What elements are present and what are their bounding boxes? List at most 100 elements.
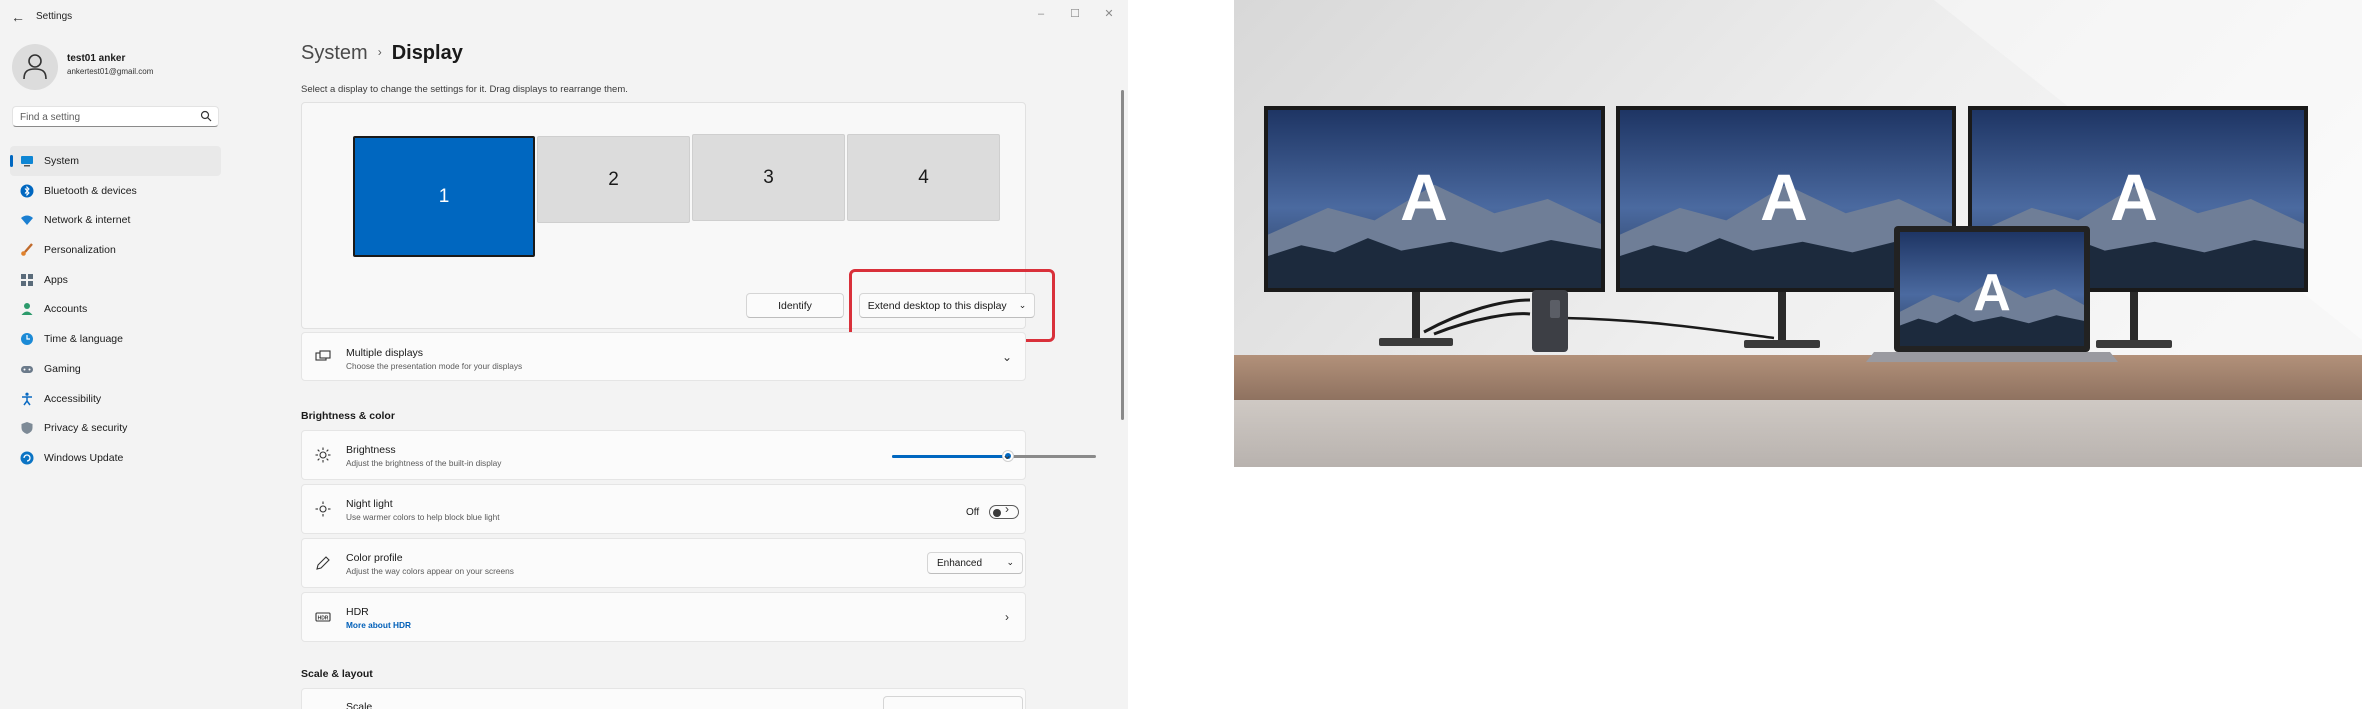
night-light-card[interactable]: Night light Use warmer colors to help bl… xyxy=(301,484,1026,534)
slider-fill xyxy=(892,455,1009,458)
breadcrumb: System › Display xyxy=(301,42,463,65)
screen-letter: A xyxy=(1400,160,1448,234)
multiple-displays-icon xyxy=(315,349,331,361)
page-title: Display xyxy=(391,42,463,64)
app-title: Settings xyxy=(36,11,73,22)
brightness-slider[interactable] xyxy=(892,450,1096,462)
sidebar-item-network[interactable]: Network & internet xyxy=(10,205,221,235)
apps-icon xyxy=(21,273,33,286)
globe-clock-icon xyxy=(21,333,33,346)
person-avatar-icon xyxy=(23,54,47,80)
sidebar-item-time-language[interactable]: Time & language xyxy=(10,324,221,354)
sidebar-item-label: Gaming xyxy=(44,362,81,375)
hdr-card[interactable]: HDR HDR More about HDR › xyxy=(301,592,1026,642)
desk-top xyxy=(1234,355,2362,400)
sidebar-item-label: System xyxy=(44,155,80,167)
breadcrumb-parent[interactable]: System xyxy=(301,42,368,64)
color-profile-dropdown[interactable]: Enhanced ⌄ xyxy=(927,552,1023,574)
screen-letter: A xyxy=(1760,160,1808,234)
sidebar-item-label: Windows Update xyxy=(44,451,124,464)
sidebar-item-accessibility[interactable]: Accessibility xyxy=(10,384,221,414)
card-title: Multiple displays xyxy=(346,347,424,359)
sidebar-item-bluetooth[interactable]: Bluetooth & devices xyxy=(10,176,221,206)
screen-letter: A xyxy=(1973,264,2011,322)
sidebar-item-privacy[interactable]: Privacy & security xyxy=(10,413,221,443)
desk-front xyxy=(1234,400,2362,467)
toggle-state-label: Off xyxy=(966,507,980,518)
sidebar-item-system[interactable]: System xyxy=(10,146,221,176)
card-title: Night light xyxy=(346,498,393,510)
accessibility-icon xyxy=(22,392,32,405)
monitor-icon xyxy=(21,156,33,167)
sidebar-nav: System Bluetooth & devices Network & int… xyxy=(10,146,221,473)
sidebar-item-apps[interactable]: Apps xyxy=(10,265,221,295)
product-photo: A A A A xyxy=(1234,0,2362,467)
section-heading-scale: Scale & layout xyxy=(301,668,373,680)
sidebar-item-windows-update[interactable]: Windows Update xyxy=(10,443,221,473)
chevron-right-icon[interactable]: › xyxy=(1001,610,1013,624)
search-icon[interactable] xyxy=(200,110,212,122)
card-title: Color profile xyxy=(346,552,403,564)
card-title: Brightness xyxy=(346,444,396,456)
back-arrow-icon[interactable]: ← xyxy=(11,10,27,26)
sidebar-item-label: Personalization xyxy=(44,244,116,257)
more-about-hdr-link[interactable]: More about HDR xyxy=(346,620,411,630)
chevron-down-icon: ⌄ xyxy=(1006,557,1014,567)
display-1[interactable]: 1 xyxy=(353,136,535,257)
brightness-card: Brightness Adjust the brightness of the … xyxy=(301,430,1096,480)
sidebar-item-label: Accessibility xyxy=(44,392,102,405)
pen-icon xyxy=(316,556,330,570)
chevron-right-icon: › xyxy=(377,45,382,59)
sidebar-item-label: Privacy & security xyxy=(44,422,128,435)
laptop: A xyxy=(1866,226,2118,362)
update-icon xyxy=(20,451,34,465)
sidebar-item-label: Time & language xyxy=(44,333,123,346)
chevron-down-icon[interactable]: ⌄ xyxy=(1001,350,1013,364)
scale-card: Scale xyxy=(301,688,1026,709)
display-3[interactable]: 3 xyxy=(692,134,845,221)
sidebar-item-label: Accounts xyxy=(44,303,88,316)
person-icon xyxy=(21,303,33,316)
dropdown-value: Enhanced xyxy=(937,558,983,569)
card-description: Adjust the way colors appear on your scr… xyxy=(346,566,514,576)
sidebar-item-accounts[interactable]: Accounts xyxy=(10,294,221,324)
screen-letter: A xyxy=(2110,160,2158,234)
hdr-icon: HDR xyxy=(315,612,331,622)
display-4[interactable]: 4 xyxy=(847,134,1000,221)
sidebar: test01 anker ankertest01@gmail.com Syste… xyxy=(0,34,226,709)
sidebar-item-label: Network & internet xyxy=(44,214,131,227)
sidebar-item-personalization[interactable]: Personalization xyxy=(10,235,221,265)
wifi-icon xyxy=(21,215,33,226)
search-input[interactable] xyxy=(20,109,190,125)
sun-icon xyxy=(315,501,331,517)
settings-window: ← Settings – ☐ ✕ test01 anker ankertest0… xyxy=(0,0,1128,709)
card-description: Use warmer colors to help block blue lig… xyxy=(346,512,500,522)
sun-icon xyxy=(315,447,331,463)
section-heading-brightness: Brightness & color xyxy=(301,410,395,422)
scale-dropdown[interactable] xyxy=(883,696,1023,709)
card-description: Choose the presentation mode for your di… xyxy=(346,361,523,371)
scrollbar[interactable] xyxy=(1121,90,1124,420)
user-email: ankertest01@gmail.com xyxy=(67,67,154,76)
multiple-displays-card[interactable]: Multiple displays Choose the presentatio… xyxy=(301,332,1026,381)
color-profile-card: Color profile Adjust the way colors appe… xyxy=(301,538,1026,588)
sidebar-item-gaming[interactable]: Gaming xyxy=(10,354,221,384)
card-title: Scale xyxy=(346,701,373,709)
sidebar-item-label: Apps xyxy=(44,273,68,286)
display-2[interactable]: 2 xyxy=(537,136,690,223)
shield-icon xyxy=(21,422,33,435)
bluetooth-icon xyxy=(20,184,34,198)
chevron-down-icon[interactable]: ⌄ xyxy=(1001,448,1013,462)
search-box[interactable] xyxy=(12,106,219,127)
monitors-setup-illustration: A A A A xyxy=(1234,0,2362,467)
avatar[interactable] xyxy=(12,44,58,90)
card-title: HDR xyxy=(346,606,369,618)
card-description: Adjust the brightness of the built-in di… xyxy=(346,458,502,468)
gamepad-icon xyxy=(21,365,33,373)
brush-icon xyxy=(21,243,33,256)
sidebar-item-label: Bluetooth & devices xyxy=(44,184,137,197)
chevron-right-icon[interactable]: › xyxy=(1001,502,1013,516)
main-content: System › Display Select a display to chang… xyxy=(226,0,1116,709)
svg-text:HDR: HDR xyxy=(318,615,329,621)
identify-button[interactable]: Identify xyxy=(746,293,844,318)
